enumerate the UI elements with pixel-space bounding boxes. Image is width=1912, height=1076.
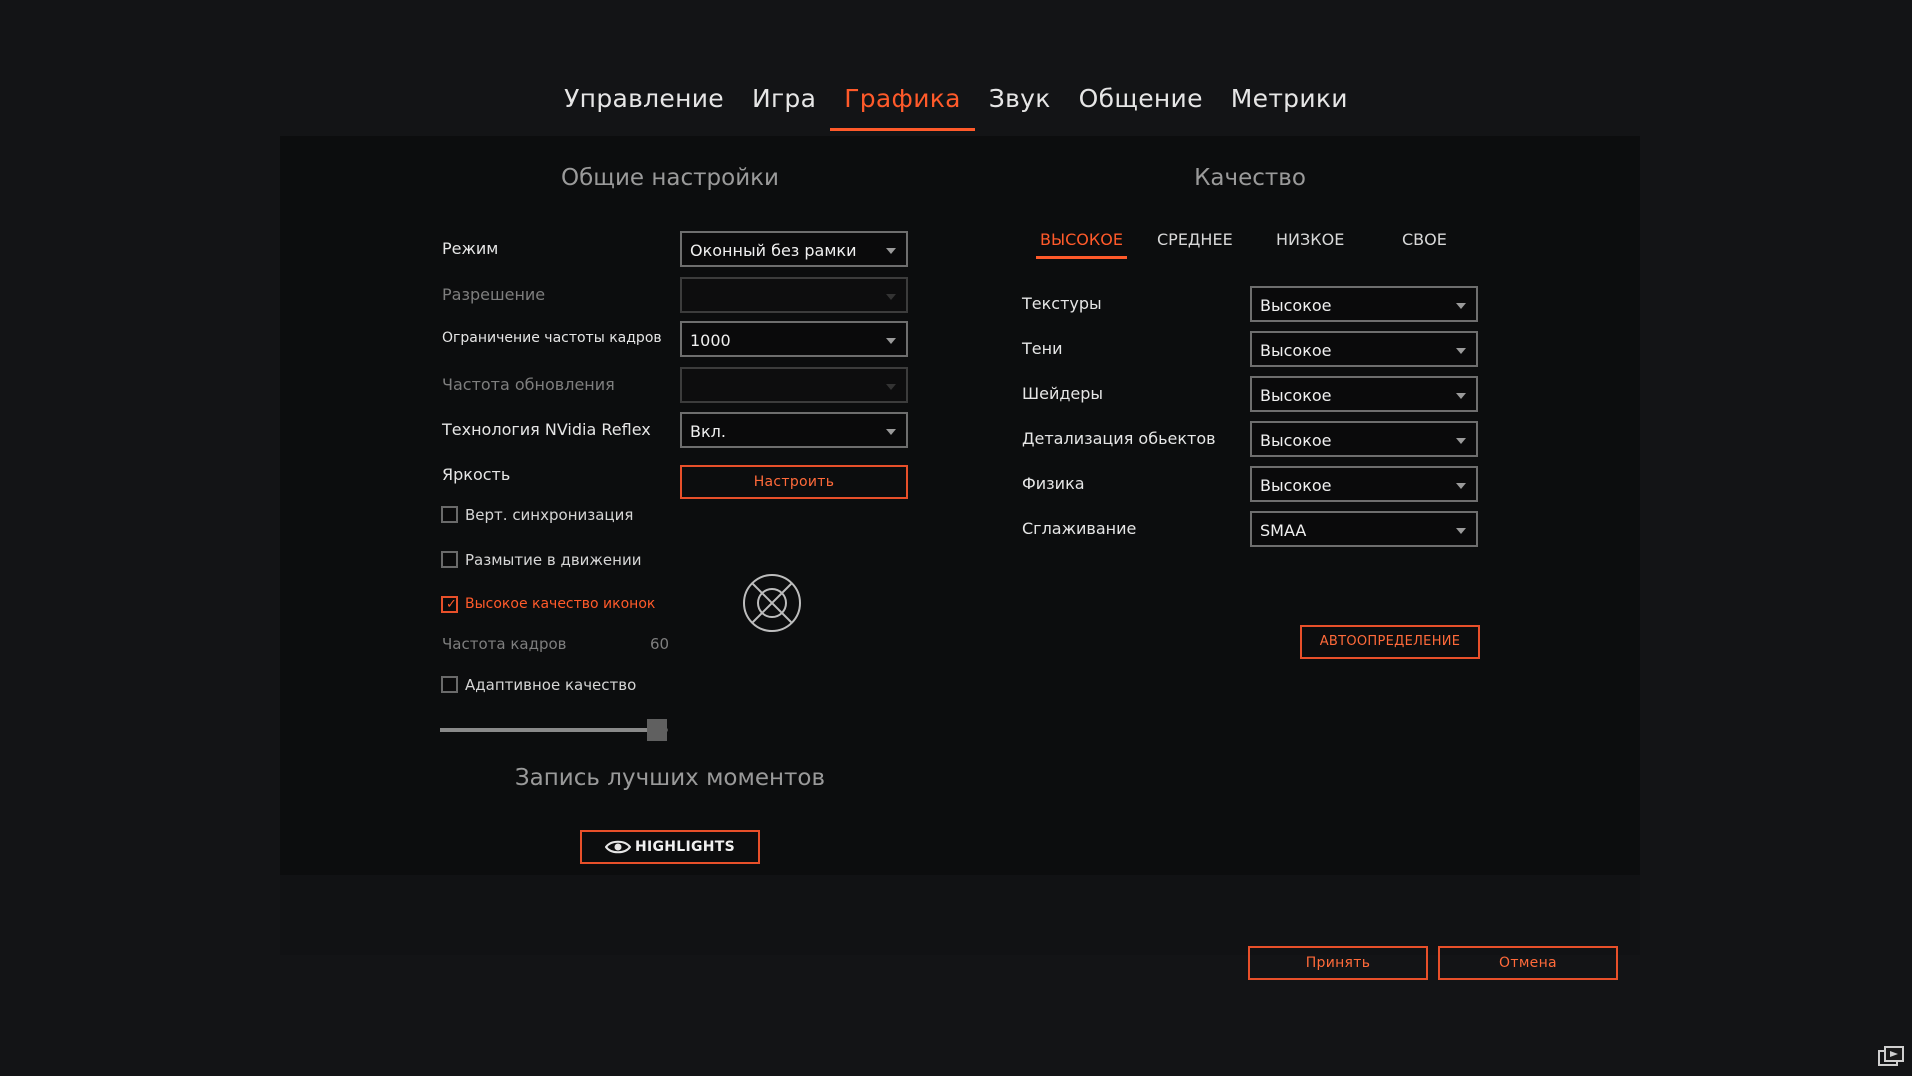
shadows-label: Тени: [1022, 339, 1063, 358]
chevron-down-icon: [1456, 483, 1466, 489]
autodetect-button[interactable]: АВТООПРЕДЕЛЕНИЕ: [1300, 625, 1480, 659]
antialiasing-dropdown[interactable]: SMAA: [1250, 511, 1478, 547]
chevron-down-icon: [886, 384, 896, 390]
shadows-value: Высокое: [1260, 341, 1332, 360]
recording-overlay-icon[interactable]: [1878, 1046, 1904, 1068]
preset-high-label: ВЫСОКОЕ: [1040, 230, 1123, 249]
brightness-label: Яркость: [442, 465, 511, 484]
chevron-down-icon: [886, 338, 896, 344]
framerate-value: 60: [650, 635, 670, 653]
object-detail-value: Высокое: [1260, 431, 1332, 450]
reflex-dropdown[interactable]: Вкл.: [680, 412, 908, 448]
mode-value: Оконный без рамки: [690, 241, 857, 260]
antialiasing-label: Сглаживание: [1022, 519, 1137, 538]
checkmark-icon: ✓: [446, 597, 457, 612]
main-tabs: Управление Игра Графика Звук Общение Мет…: [0, 84, 1912, 131]
object-detail-dropdown[interactable]: Высокое: [1250, 421, 1478, 457]
physics-dropdown[interactable]: Высокое: [1250, 466, 1478, 502]
physics-value: Высокое: [1260, 476, 1332, 495]
nvidia-eye-icon: [604, 840, 632, 854]
hq-icons-label: Высокое качество иконок: [465, 596, 656, 612]
highlights-button[interactable]: HIGHLIGHTS: [580, 830, 760, 864]
mode-dropdown[interactable]: Оконный без рамки: [680, 231, 908, 267]
chevron-down-icon: [886, 429, 896, 435]
preset-high[interactable]: ВЫСОКОЕ: [1036, 230, 1127, 259]
vsync-checkbox[interactable]: [441, 506, 458, 523]
crosshair-icon: [743, 574, 801, 632]
chevron-down-icon: [1456, 303, 1466, 309]
adaptive-quality-label: Адаптивное качество: [465, 676, 637, 694]
settings-panel-footer: [280, 875, 1640, 955]
quality-title: Качество: [1194, 165, 1306, 191]
preset-medium[interactable]: СРЕДНЕЕ: [1157, 230, 1233, 249]
fps-limit-dropdown[interactable]: 1000: [680, 321, 908, 357]
hq-icons-checkbox[interactable]: ✓: [441, 596, 458, 613]
general-settings-title: Общие настройки: [561, 165, 779, 191]
chevron-down-icon: [886, 248, 896, 254]
adaptive-quality-slider[interactable]: [440, 719, 668, 741]
chevron-down-icon: [1456, 393, 1466, 399]
resolution-dropdown: [680, 277, 908, 313]
tab-controls[interactable]: Управление: [550, 84, 738, 127]
shadows-dropdown[interactable]: Высокое: [1250, 331, 1478, 367]
chevron-down-icon: [1456, 348, 1466, 354]
fps-limit-value: 1000: [690, 331, 731, 350]
chevron-down-icon: [1456, 438, 1466, 444]
reflex-label: Технология NVidia Reflex: [442, 420, 651, 439]
reflex-value: Вкл.: [690, 422, 726, 441]
slider-handle[interactable]: [646, 719, 667, 741]
shaders-label: Шейдеры: [1022, 384, 1104, 403]
fps-limit-label: Ограничение частоты кадров: [442, 330, 662, 346]
mode-label: Режим: [442, 239, 499, 258]
highlights-button-label: HIGHLIGHTS: [634, 839, 736, 855]
refresh-rate-dropdown: [680, 367, 908, 403]
chevron-down-icon: [1456, 528, 1466, 534]
shaders-dropdown[interactable]: Высокое: [1250, 376, 1478, 412]
accept-button[interactable]: Принять: [1248, 946, 1428, 980]
shaders-value: Высокое: [1260, 386, 1332, 405]
brightness-configure-button[interactable]: Настроить: [680, 465, 908, 499]
textures-value: Высокое: [1260, 296, 1332, 315]
preset-custom[interactable]: СВОЕ: [1402, 230, 1447, 249]
adaptive-quality-checkbox[interactable]: [441, 676, 458, 693]
textures-label: Текстуры: [1022, 294, 1102, 313]
motion-blur-checkbox[interactable]: [441, 551, 458, 568]
tab-game[interactable]: Игра: [738, 84, 830, 127]
highlights-title: Запись лучших моментов: [514, 765, 826, 791]
textures-dropdown[interactable]: Высокое: [1250, 286, 1478, 322]
resolution-label: Разрешение: [442, 285, 546, 304]
motion-blur-label: Размытие в движении: [465, 551, 642, 569]
vsync-label: Верт. синхронизация: [465, 506, 634, 524]
refresh-rate-label: Частота обновления: [442, 375, 615, 394]
physics-label: Физика: [1022, 474, 1085, 493]
framerate-label: Частота кадров: [442, 635, 567, 653]
tab-communication[interactable]: Общение: [1065, 84, 1217, 127]
preset-active-underline: [1036, 256, 1127, 259]
cancel-button[interactable]: Отмена: [1438, 946, 1618, 980]
slider-fill: [440, 728, 657, 732]
object-detail-label: Детализация обьектов: [1022, 429, 1216, 448]
tab-graphics[interactable]: Графика: [830, 84, 975, 131]
tab-metrics[interactable]: Метрики: [1217, 84, 1362, 127]
tab-sound[interactable]: Звук: [975, 84, 1065, 127]
preset-low[interactable]: НИЗКОЕ: [1276, 230, 1344, 249]
chevron-down-icon: [886, 294, 896, 300]
antialiasing-value: SMAA: [1260, 521, 1307, 540]
